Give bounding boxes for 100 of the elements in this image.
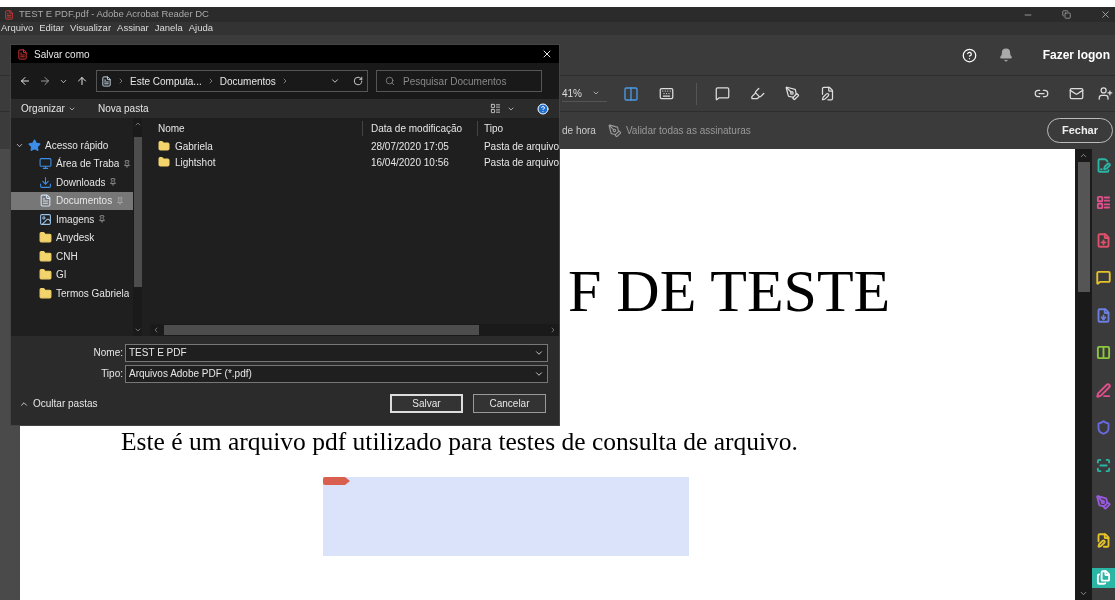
nav-item[interactable]: Documentos — [11, 191, 134, 210]
column-header[interactable]: Data de modificação — [361, 120, 477, 136]
command-button[interactable]: Organizar — [21, 101, 76, 116]
breadcrumb[interactable]: Documentos — [219, 73, 276, 89]
tool-icon — [1096, 570, 1111, 585]
refresh-icon[interactable] — [353, 76, 363, 86]
scroll-down-icon[interactable] — [133, 326, 142, 334]
nav-item[interactable]: Imagens — [11, 210, 134, 229]
scroll-thumb[interactable] — [163, 325, 479, 335]
picture-icon — [39, 212, 52, 226]
field-label: Nome: — [92, 346, 124, 360]
file-type: Pasta de arquivo — [482, 155, 559, 170]
tool-label[interactable]: de hora — [562, 123, 596, 138]
hide-folders-link[interactable]: Ocultar pastas — [33, 396, 98, 411]
star-icon — [28, 138, 41, 152]
nav-item[interactable]: CNH — [11, 247, 134, 266]
breadcrumb[interactable]: Este Computa... — [130, 73, 202, 89]
tool-button[interactable] — [1092, 567, 1115, 588]
desktop-icon — [39, 157, 52, 171]
folder-icon — [39, 286, 52, 300]
file-name: Lightshot — [174, 155, 216, 170]
file-type-dropdown[interactable]: Arquivos Adobe PDF (*.pdf) — [125, 364, 548, 383]
window-title: TEST E PDF.pdf - Adobe Acrobat Reader DC — [19, 7, 209, 22]
file-date: 16/04/2020 10:56 — [369, 155, 450, 170]
help-icon[interactable] — [961, 47, 977, 63]
validate-link[interactable]: Validar todas as assinaturas — [625, 123, 751, 138]
folder-icon — [39, 231, 52, 245]
nav-item[interactable]: Acesso rápido — [11, 136, 134, 155]
save-button[interactable]: Salvar — [390, 394, 463, 413]
menu-item[interactable]: Janela — [154, 21, 183, 36]
menu-item[interactable]: Arquivo — [1, 21, 34, 36]
edit-document-icon[interactable] — [820, 86, 835, 101]
file-row[interactable]: Lightshot 16/04/2020 10:56 Pasta de arquivo — [149, 154, 559, 170]
menu-item[interactable]: Visualizar — [70, 21, 112, 36]
horizontal-scrollbar[interactable] — [149, 324, 559, 336]
scroll-right-icon[interactable] — [549, 326, 557, 334]
dropdown-icon[interactable] — [330, 76, 340, 86]
nav-label: Anydesk — [56, 231, 95, 246]
column-header[interactable]: Tipo — [476, 120, 504, 136]
column-header[interactable]: Nome — [149, 120, 362, 136]
file-name-field[interactable]: TEST E PDF — [125, 343, 548, 362]
caret-icon — [592, 89, 600, 97]
highlighter-icon[interactable] — [750, 86, 765, 101]
scroll-thumb[interactable] — [133, 137, 142, 287]
nav-label: CNH — [56, 249, 78, 264]
nav-label: Imagens — [56, 212, 95, 227]
document-icon — [101, 75, 112, 87]
search-field[interactable]: Pesquisar Documentos — [376, 70, 542, 92]
file-name: Gabriela — [174, 139, 213, 154]
nav-item[interactable]: Termos Gabriela — [11, 284, 134, 303]
nav-item[interactable]: GI — [11, 265, 134, 284]
vertical-scrollbar[interactable] — [1075, 149, 1092, 600]
nav-label: GI — [56, 268, 67, 283]
view-icon[interactable] — [490, 103, 501, 114]
fit-page-icon[interactable] — [623, 85, 639, 102]
tag-icon — [323, 476, 350, 485]
forward-icon[interactable] — [39, 75, 51, 87]
nav-scrollbar[interactable] — [133, 118, 142, 336]
nav-label: Documentos — [56, 194, 113, 209]
zoom-dropdown[interactable]: 41% — [562, 85, 607, 102]
login-link[interactable]: Fazer logon — [1042, 46, 1110, 64]
search-input[interactable]: Pesquisar Documentos — [403, 73, 533, 89]
cancel-button[interactable]: Cancelar — [473, 394, 546, 413]
scroll-down-icon[interactable] — [1079, 589, 1088, 598]
up-icon[interactable] — [76, 75, 88, 87]
back-icon[interactable] — [19, 75, 31, 87]
scroll-up-icon[interactable] — [1079, 151, 1088, 160]
menu-item[interactable]: Ajuda — [188, 21, 214, 36]
mail-icon[interactable] — [1069, 86, 1084, 101]
document-text: Este é um arquivo pdf utilizado para testes de consulta de arquivo. — [121, 429, 799, 455]
address-bar[interactable]: Este Computa... Documentos — [96, 70, 368, 92]
pdf-icon — [17, 48, 28, 60]
document-icon — [39, 194, 52, 208]
document-heading: F DE TESTE — [568, 261, 892, 321]
pdf-icon — [4, 9, 14, 20]
file-row[interactable]: Gabriela 28/07/2020 17:05 Pasta de arquivo — [149, 138, 559, 154]
folder-icon — [39, 268, 52, 282]
nav-label: Acesso rápido — [45, 138, 109, 153]
bell-icon[interactable] — [998, 48, 1013, 62]
folder-icon — [157, 156, 170, 168]
folder-icon — [157, 140, 170, 152]
help-icon[interactable] — [537, 102, 549, 115]
keyboard-icon[interactable] — [659, 86, 674, 101]
add-user-icon[interactable] — [1098, 86, 1113, 101]
close-icon[interactable] — [541, 48, 553, 60]
menu-item[interactable]: Assinar — [117, 21, 149, 36]
nav-item[interactable]: Área de Traba — [11, 154, 134, 173]
nav-item[interactable]: Downloads — [11, 173, 134, 192]
menu-item[interactable]: Editar — [39, 21, 65, 36]
command-button[interactable]: Nova pasta — [97, 101, 149, 116]
field-label: Tipo: — [100, 367, 124, 381]
scroll-thumb[interactable] — [1077, 162, 1090, 292]
restore-icon[interactable] — [1062, 10, 1071, 19]
file-type: Pasta de arquivo — [482, 139, 559, 154]
pen-icon[interactable] — [785, 86, 800, 101]
nav-item[interactable]: Anydesk — [11, 228, 134, 247]
nav-label: Termos Gabriela — [56, 286, 130, 301]
validate-icon — [607, 123, 622, 138]
comment-icon[interactable] — [715, 86, 730, 101]
scroll-up-icon[interactable] — [133, 120, 142, 128]
